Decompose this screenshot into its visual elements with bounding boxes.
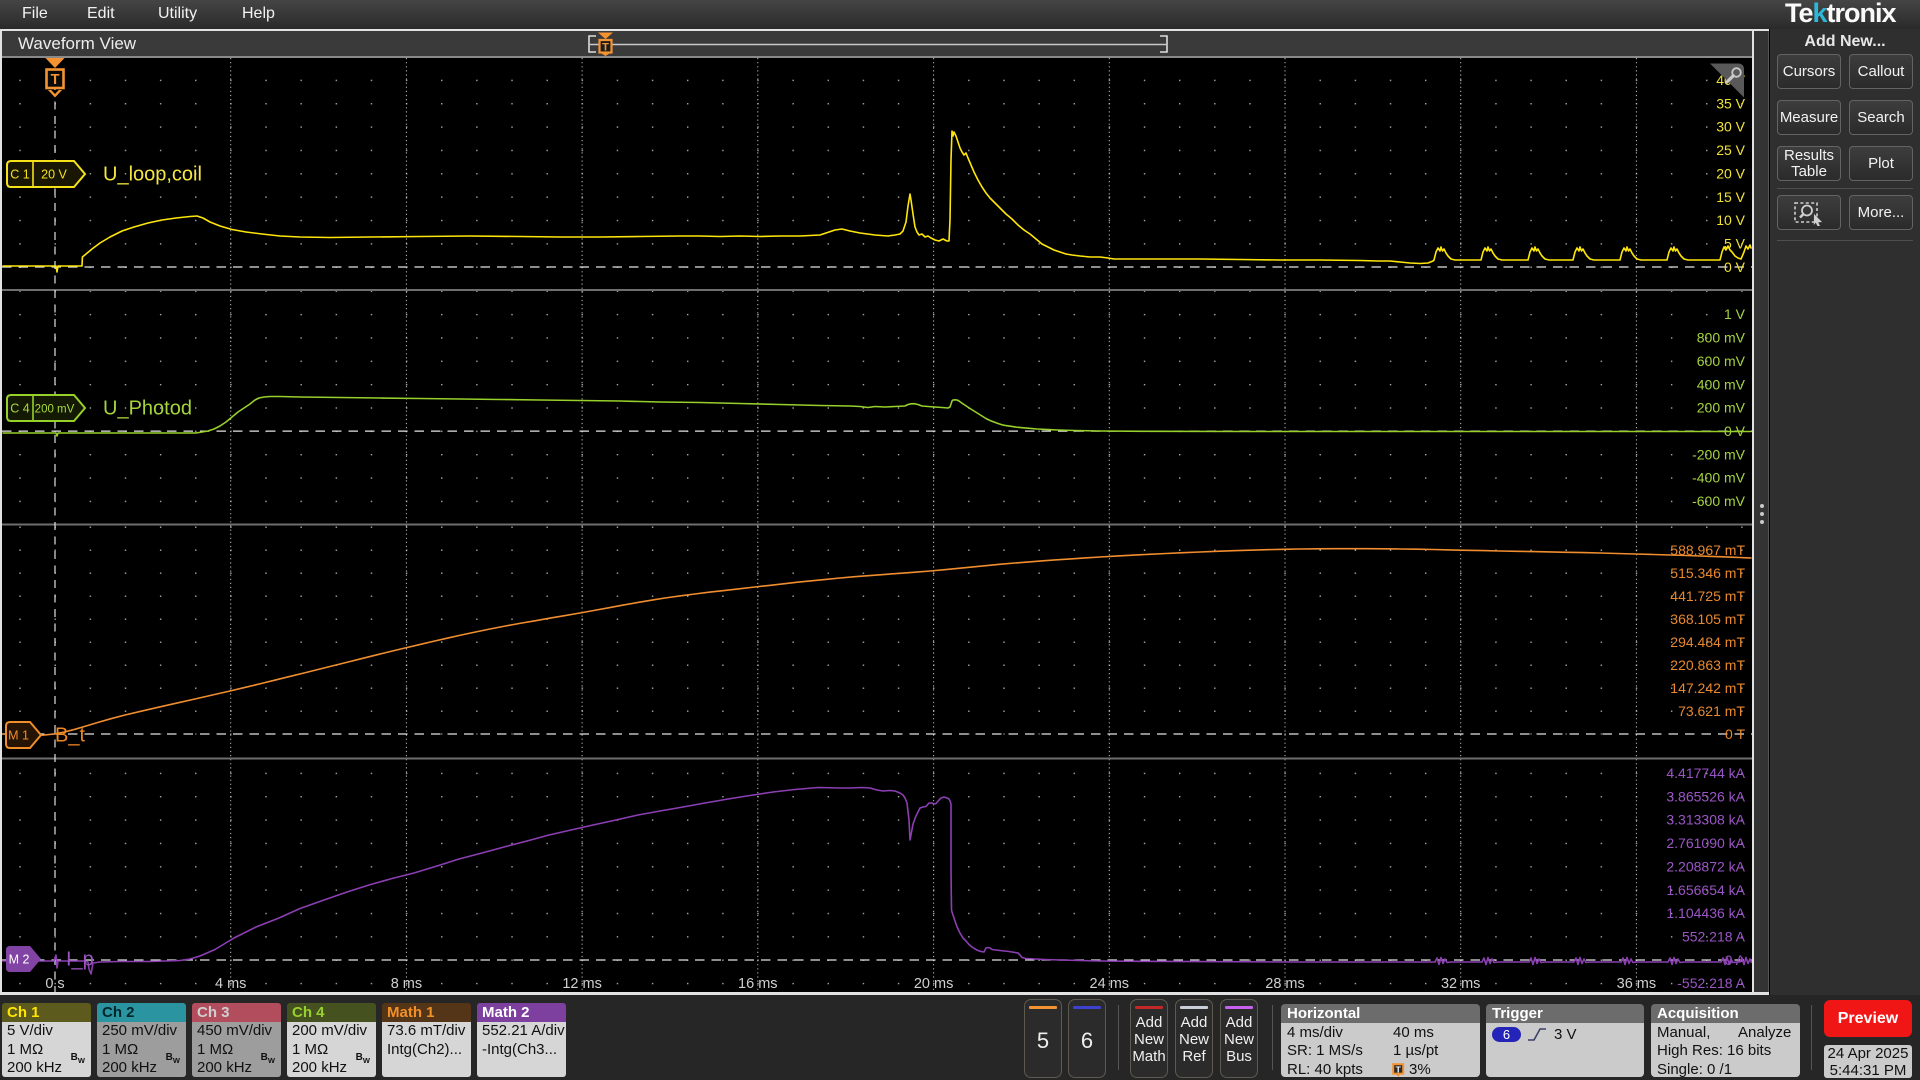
svg-text:400 mV: 400 mV — [1697, 376, 1746, 392]
svg-text:U_loop,coil: U_loop,coil — [103, 164, 202, 186]
svg-text:B_t: B_t — [55, 725, 85, 747]
svg-text:294.484 mT: 294.484 mT — [1670, 634, 1745, 650]
svg-text:73.621 mT: 73.621 mT — [1678, 703, 1745, 719]
svg-text:4.417744 kA: 4.417744 kA — [1666, 765, 1745, 781]
svg-text:20 V: 20 V — [1716, 165, 1745, 181]
svg-text:20 ms: 20 ms — [914, 976, 954, 992]
svg-text:12 ms: 12 ms — [562, 976, 602, 992]
svg-text:200 mV: 200 mV — [1697, 400, 1746, 416]
svg-text:2.208872 kA: 2.208872 kA — [1666, 858, 1745, 874]
svg-text:I_p: I_p — [66, 949, 94, 971]
svg-text:4 ms: 4 ms — [215, 976, 246, 992]
svg-text:M 1: M 1 — [8, 729, 29, 743]
svg-text:3.865526 kA: 3.865526 kA — [1666, 788, 1745, 804]
svg-text:16 ms: 16 ms — [738, 976, 778, 992]
svg-text:T: T — [51, 72, 60, 88]
svg-text:368.105 mT: 368.105 mT — [1670, 611, 1745, 627]
svg-text:10 V: 10 V — [1716, 212, 1745, 228]
svg-text:147.242 mT: 147.242 mT — [1670, 680, 1745, 696]
svg-text:-400 mV: -400 mV — [1692, 470, 1746, 486]
svg-text:515.346 mT: 515.346 mT — [1670, 565, 1745, 581]
svg-text:600 mV: 600 mV — [1697, 353, 1746, 369]
svg-text:1.656654 kA: 1.656654 kA — [1666, 882, 1745, 898]
svg-text:20 V: 20 V — [41, 168, 67, 182]
svg-text:441.725 mT: 441.725 mT — [1670, 588, 1745, 604]
svg-text:32 ms: 32 ms — [1441, 976, 1481, 992]
svg-text:-600 mV: -600 mV — [1692, 493, 1746, 509]
svg-text:T: T — [1396, 1065, 1402, 1075]
svg-text:200 mV: 200 mV — [35, 404, 75, 416]
svg-text:30 V: 30 V — [1716, 119, 1745, 135]
svg-text:28 ms: 28 ms — [1265, 976, 1305, 992]
svg-text:35 V: 35 V — [1716, 95, 1745, 111]
svg-text:C 1: C 1 — [10, 168, 30, 182]
svg-text:24 ms: 24 ms — [1090, 976, 1130, 992]
svg-text:8 ms: 8 ms — [391, 976, 422, 992]
svg-text:1 V: 1 V — [1724, 306, 1746, 322]
svg-text:-200 mV: -200 mV — [1692, 446, 1746, 462]
svg-text:800 mV: 800 mV — [1697, 330, 1746, 346]
svg-text:0 V: 0 V — [1724, 259, 1746, 275]
svg-text:M 2: M 2 — [9, 953, 30, 967]
svg-text:552.218 A: 552.218 A — [1682, 928, 1746, 944]
svg-text:1.104436 kA: 1.104436 kA — [1666, 905, 1745, 921]
svg-text:-552.218 A: -552.218 A — [1677, 975, 1745, 991]
svg-text:C 4: C 4 — [10, 402, 30, 416]
svg-text:36 ms: 36 ms — [1617, 976, 1657, 992]
svg-text:U_Photod: U_Photod — [103, 398, 192, 420]
svg-text:0 T: 0 T — [1725, 726, 1745, 742]
svg-text:3.313308 kA: 3.313308 kA — [1666, 812, 1745, 828]
svg-text:25 V: 25 V — [1716, 142, 1745, 158]
svg-text:220.863 mT: 220.863 mT — [1670, 657, 1745, 673]
svg-text:2.761090 kA: 2.761090 kA — [1666, 835, 1745, 851]
svg-text:T: T — [602, 42, 609, 54]
svg-text:15 V: 15 V — [1716, 189, 1745, 205]
svg-text:0 s: 0 s — [45, 976, 64, 992]
